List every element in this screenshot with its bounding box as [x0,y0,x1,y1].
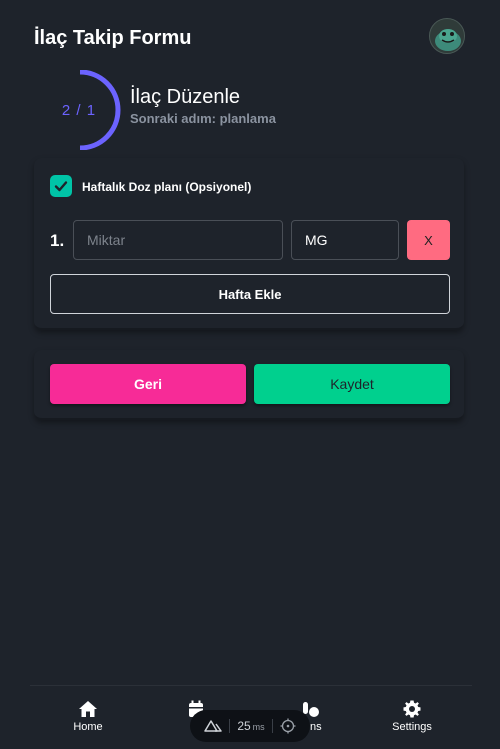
dose-form-card: Haftalık Doz planı (Opsiyonel) 1. X Haft… [34,158,464,330]
actions-card: Geri Kaydet [34,350,464,420]
home-icon [79,701,97,717]
app-title: İlaç Takip Formu [34,27,192,49]
step-progress-card: 2 / 1 İlaç Düzenle Sonraki adım: planlam… [34,60,464,156]
user-avatar-icon[interactable] [429,18,465,54]
nav-label-home: Home [73,721,103,733]
weekly-plan-checkbox[interactable] [50,175,72,197]
nav-item-home[interactable]: Home [43,700,133,733]
step-title: İlaç Düzenle [130,86,241,108]
progress-label: 2 / 1 [61,102,97,119]
devtools-timing: 25 ms [237,719,264,733]
remove-row-button[interactable]: X [407,220,450,260]
devtools-toolbar[interactable]: 25 ms [190,710,310,742]
save-button[interactable]: Kaydet [254,364,450,404]
weekly-plan-label[interactable]: Haftalık Doz planı (Opsiyonel) [82,180,251,194]
devtools-separator [228,719,230,733]
add-week-button[interactable]: Hafta Ekle [50,274,450,314]
amount-input[interactable] [73,220,283,260]
nuxt-logo-icon [203,720,222,732]
nav-label-settings: Settings [392,721,432,733]
nav-item-settings[interactable]: Settings [367,700,457,733]
devtools-timing-value: 25 [237,719,251,733]
crosshair-icon[interactable] [280,718,296,734]
back-button[interactable]: Geri [50,364,246,404]
row-number: 1. [50,231,65,250]
devtools-separator [272,719,273,733]
step-subtitle: Sonraki adım: planlama [130,111,276,126]
unit-input[interactable] [291,220,399,260]
gear-icon [403,700,421,718]
devtools-timing-unit: ms [252,722,265,732]
check-icon [54,181,68,192]
